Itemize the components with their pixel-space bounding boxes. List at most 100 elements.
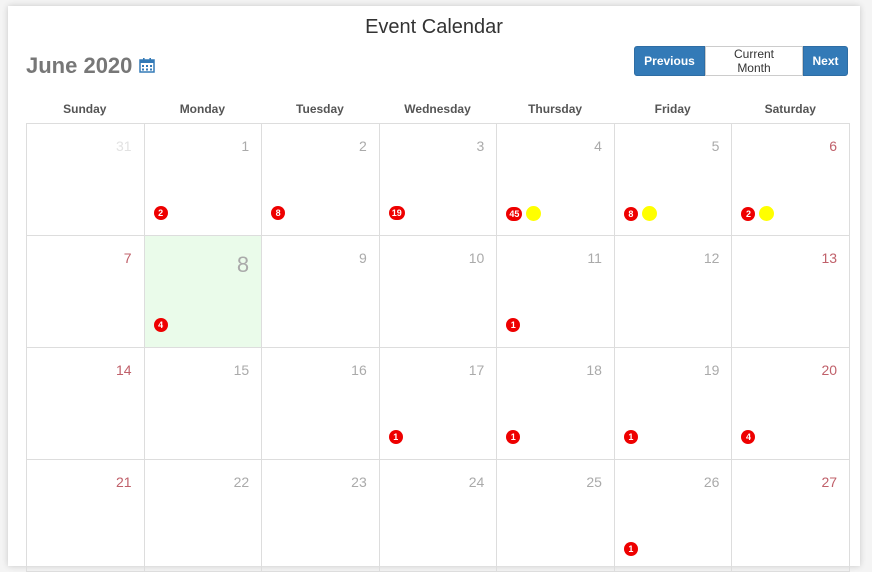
day-number: 22 — [233, 474, 250, 490]
event-count-badge[interactable]: 45 — [506, 206, 523, 221]
calendar-day-cell[interactable]: 4 45 — [497, 124, 615, 236]
weekday-header: Sunday Monday Tuesday Wednesday Thursday… — [26, 102, 849, 116]
calendar-day-cell[interactable]: 12 — [614, 236, 733, 348]
day-number: 12 — [703, 250, 720, 266]
day-number: 2 — [358, 138, 367, 154]
calendar-day-cell[interactable]: 11 1 — [497, 236, 615, 348]
day-number: 18 — [586, 362, 602, 378]
calendar-grid: 31 1 2 2 8 3 19 4 45 5 8 6 2 7 8 4 9 10 11 1 12 13 14 15 16 17 1 18… — [26, 123, 851, 572]
calendar-day-cell[interactable]: 26 1 — [614, 460, 733, 572]
event-markers: 8 — [271, 206, 286, 220]
calendar-week-row: 31 1 2 2 8 3 19 4 45 5 8 6 2 — [27, 124, 851, 236]
calendar-icon — [139, 53, 156, 79]
event-markers: 1 — [623, 542, 638, 556]
event-count-badge[interactable]: 8 — [623, 206, 638, 221]
calendar-panel: Event Calendar June 2020 Previous Curren… — [8, 6, 860, 572]
weekday-saturday: Saturday — [764, 102, 816, 116]
day-number: 26 — [703, 474, 720, 490]
event-markers: 8 — [623, 206, 657, 221]
calendar-day-cell-today[interactable]: 84 — [144, 236, 263, 348]
event-markers: 4 — [741, 430, 756, 444]
event-count-badge[interactable]: 4 — [153, 318, 168, 332]
calendar-day-cell[interactable]: 58 — [614, 124, 733, 236]
month-heading: June 2020 — [26, 53, 156, 79]
event-count-badge[interactable]: 8 — [271, 206, 286, 220]
event-markers: 45 — [506, 206, 542, 221]
event-marker-dot[interactable] — [641, 206, 657, 221]
event-markers: 2 — [153, 206, 168, 220]
calendar-day-cell[interactable]: 20 4 — [732, 348, 851, 460]
event-count-badge[interactable]: 4 — [741, 430, 756, 444]
day-number: 4 — [594, 138, 602, 154]
calendar-day-cell[interactable]: 28 — [262, 124, 380, 236]
calendar-week-row: 14 15 16 17 1 18 1 19 1 20 4 — [27, 348, 851, 460]
day-number: 24 — [468, 474, 485, 490]
weekday-wednesday: Wednesday — [404, 102, 471, 116]
day-number: 9 — [358, 250, 367, 266]
weekday-thursday: Thursday — [528, 102, 583, 116]
calendar-day-cell[interactable]: 23 — [262, 460, 380, 572]
current-month-button[interactable]: Current Month — [705, 46, 803, 76]
event-count-badge[interactable]: 19 — [388, 206, 405, 220]
event-count-badge[interactable]: 1 — [623, 542, 638, 556]
calendar-day-cell[interactable]: 25 — [497, 460, 615, 572]
calendar-day-cell[interactable]: 27 — [732, 460, 851, 572]
day-number: 15 — [233, 362, 250, 378]
event-count-badge[interactable]: 1 — [506, 318, 521, 332]
next-button[interactable]: Next — [803, 46, 848, 76]
event-markers: 4 — [153, 318, 168, 332]
event-marker-dot[interactable] — [526, 206, 542, 221]
day-number: 16 — [351, 362, 367, 378]
event-markers: 19 — [388, 206, 405, 220]
day-number: 5 — [711, 138, 720, 154]
calendar-day-cell[interactable]: 17 1 — [379, 348, 498, 460]
event-count-badge[interactable]: 1 — [506, 430, 521, 444]
day-number: 21 — [116, 474, 132, 490]
event-count-badge[interactable]: 1 — [623, 430, 638, 444]
event-marker-dot[interactable] — [759, 206, 775, 221]
calendar-day-cell[interactable]: 62 — [732, 124, 851, 236]
calendar-day-cell[interactable]: 19 1 — [614, 348, 733, 460]
day-number: 1 — [241, 138, 250, 154]
weekday-monday: Monday — [179, 102, 226, 116]
weekday-tuesday: Tuesday — [296, 102, 344, 116]
event-count-badge[interactable]: 1 — [388, 430, 403, 444]
day-number: 11 — [587, 250, 602, 266]
day-number: 6 — [829, 138, 838, 154]
day-number: 10 — [468, 250, 485, 266]
calendar-day-cell[interactable]: 21 — [27, 460, 145, 572]
calendar-day-cell[interactable]: 13 — [732, 236, 851, 348]
calendar-day-cell[interactable]: 10 — [379, 236, 498, 348]
calendar-day-cell[interactable]: 31 — [27, 124, 145, 236]
calendar-week-row: 21 22 23 24 25 26 1 27 — [27, 460, 851, 572]
previous-button[interactable]: Previous — [634, 46, 705, 76]
day-number: 17 — [468, 362, 485, 378]
day-number: 3 — [476, 138, 485, 154]
day-number: 13 — [821, 250, 838, 266]
event-count-badge[interactable]: 2 — [153, 206, 168, 220]
page-title: Event Calendar — [365, 16, 503, 38]
calendar-day-cell[interactable]: 16 — [262, 348, 380, 460]
calendar-day-cell[interactable]: 12 — [144, 124, 263, 236]
event-markers: 1 — [506, 318, 521, 332]
day-number: 31 — [116, 138, 132, 154]
event-markers: 1 — [506, 430, 521, 444]
calendar-day-cell[interactable]: 3 19 — [379, 124, 498, 236]
day-number: 8 — [236, 252, 250, 277]
weekday-friday: Friday — [654, 102, 691, 116]
calendar-day-cell[interactable]: 15 — [144, 348, 263, 460]
calendar-week-row: 7 8 4 9 10 11 1 12 13 — [27, 236, 851, 348]
calendar-day-cell[interactable]: 14 — [27, 348, 145, 460]
calendar-day-cell[interactable]: 18 1 — [497, 348, 615, 460]
day-number: 19 — [703, 362, 720, 378]
calendar-day-cell[interactable]: 24 — [379, 460, 498, 572]
event-count-badge[interactable]: 2 — [741, 206, 756, 221]
calendar-day-cell[interactable]: 9 — [262, 236, 380, 348]
day-number: 7 — [123, 250, 132, 266]
day-number: 23 — [351, 474, 367, 490]
day-number: 27 — [821, 474, 838, 490]
calendar-day-cell[interactable]: 22 — [144, 460, 263, 572]
day-number: 25 — [586, 474, 602, 490]
calendar-day-cell[interactable]: 7 — [27, 236, 145, 348]
day-number: 20 — [821, 362, 838, 378]
